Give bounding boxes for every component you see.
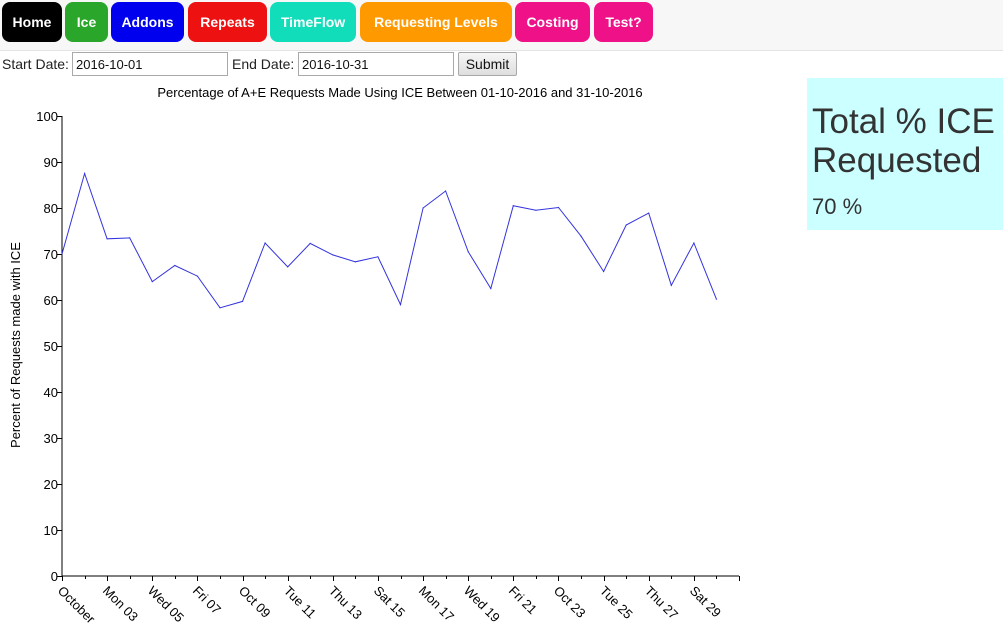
data-point: [580, 235, 582, 237]
data-point: [670, 284, 672, 286]
data-point: [332, 254, 334, 256]
data-point: [129, 237, 131, 239]
nav-timeflow[interactable]: TimeFlow: [270, 2, 356, 42]
y-tick-label: 10: [44, 523, 58, 538]
submit-button[interactable]: Submit: [458, 52, 517, 76]
start-date-input[interactable]: [72, 52, 228, 76]
data-point: [309, 242, 311, 244]
data-point: [219, 307, 221, 309]
x-tick-label: Fri 21: [506, 583, 540, 617]
data-point: [625, 224, 627, 226]
y-tick-label: 90: [44, 155, 58, 170]
y-tick-label: 50: [44, 339, 58, 354]
data-point: [603, 270, 605, 273]
x-tick-label: Oct 23: [551, 583, 589, 621]
plot-area: 0 10 20 30 40 50 60 70 80 90 100 October Mon 03 Wed 0…: [36, 109, 740, 627]
data-point: [422, 207, 424, 209]
y-tick-label: 100: [36, 109, 58, 124]
total-ice-value: 70 %: [812, 194, 863, 219]
x-tick-label: Oct 09: [236, 583, 274, 621]
data-point: [377, 256, 379, 258]
data-point: [648, 212, 650, 214]
data-point: [445, 190, 447, 192]
series-line: [61, 171, 717, 309]
data-point: [693, 242, 695, 244]
start-date-label: Start Date:: [2, 56, 69, 72]
data-point: [61, 253, 63, 255]
x-tick-label: Wed 19: [461, 583, 503, 625]
nav-home[interactable]: Home: [2, 2, 62, 42]
data-point: [490, 287, 492, 290]
data-point: [151, 281, 153, 283]
y-tick-label: 0: [51, 569, 58, 584]
y-tick-label: 70: [44, 247, 58, 262]
date-filter-form: Start Date: End Date: Submit: [0, 51, 560, 77]
x-tick-label: Fri 07: [190, 583, 224, 617]
data-point: [354, 261, 356, 263]
nav-addons[interactable]: Addons: [111, 2, 184, 42]
total-ice-panel: Total % ICE Requested 70 %: [807, 78, 1003, 230]
data-point: [287, 266, 289, 268]
x-tick-label: Sat 15: [371, 583, 408, 620]
data-point: [557, 206, 560, 209]
y-axis-label: Percent of Requests made with ICE: [8, 242, 23, 448]
data-point: [535, 209, 537, 211]
y-tick-label: 20: [44, 477, 58, 492]
end-date-label: End Date:: [232, 56, 295, 72]
x-tick-label: October: [55, 583, 99, 627]
x-tick-label: Tue 25: [597, 583, 636, 622]
data-point: [467, 251, 469, 253]
data-point: [174, 264, 176, 267]
data-point: [512, 205, 514, 207]
chart-title: Percentage of A+E Requests Made Using IC…: [157, 85, 642, 100]
y-tick-label: 40: [44, 385, 58, 400]
data-point: [399, 304, 402, 306]
data-point: [196, 275, 198, 277]
end-date-input[interactable]: [298, 52, 454, 76]
data-point: [106, 238, 108, 240]
nav-bar: Home Ice Addons Repeats TimeFlow Request…: [0, 0, 1003, 51]
x-tick-label: Thu 27: [642, 583, 681, 622]
total-ice-title: Total % ICE Requested: [812, 102, 995, 180]
x-tick-label: Wed 05: [145, 583, 187, 625]
y-tick-label: 60: [44, 293, 58, 308]
data-point: [715, 298, 718, 300]
y-tick-label: 30: [44, 431, 58, 446]
nav-test[interactable]: Test?: [594, 2, 653, 42]
x-tick-label: Sat 29: [687, 583, 724, 620]
ice-percentage-chart: Percentage of A+E Requests Made Using IC…: [8, 85, 740, 627]
y-tick-label: 80: [44, 201, 58, 216]
total-ice-title-line1: Total % ICE: [812, 102, 995, 141]
x-tick-label: Tue 11: [281, 583, 319, 621]
nav-requesting-levels[interactable]: Requesting Levels: [360, 2, 512, 42]
total-ice-title-line2: Requested: [812, 141, 982, 180]
data-point: [241, 300, 244, 302]
nav-ice[interactable]: Ice: [65, 2, 108, 42]
x-tick-label: Thu 13: [326, 583, 365, 622]
nav-costing[interactable]: Costing: [515, 2, 590, 42]
x-tick-label: Mon 17: [416, 583, 457, 624]
x-tick-label: Mon 03: [100, 583, 141, 624]
data-point: [84, 172, 86, 175]
data-point: [264, 242, 266, 244]
nav-repeats[interactable]: Repeats: [188, 2, 267, 42]
